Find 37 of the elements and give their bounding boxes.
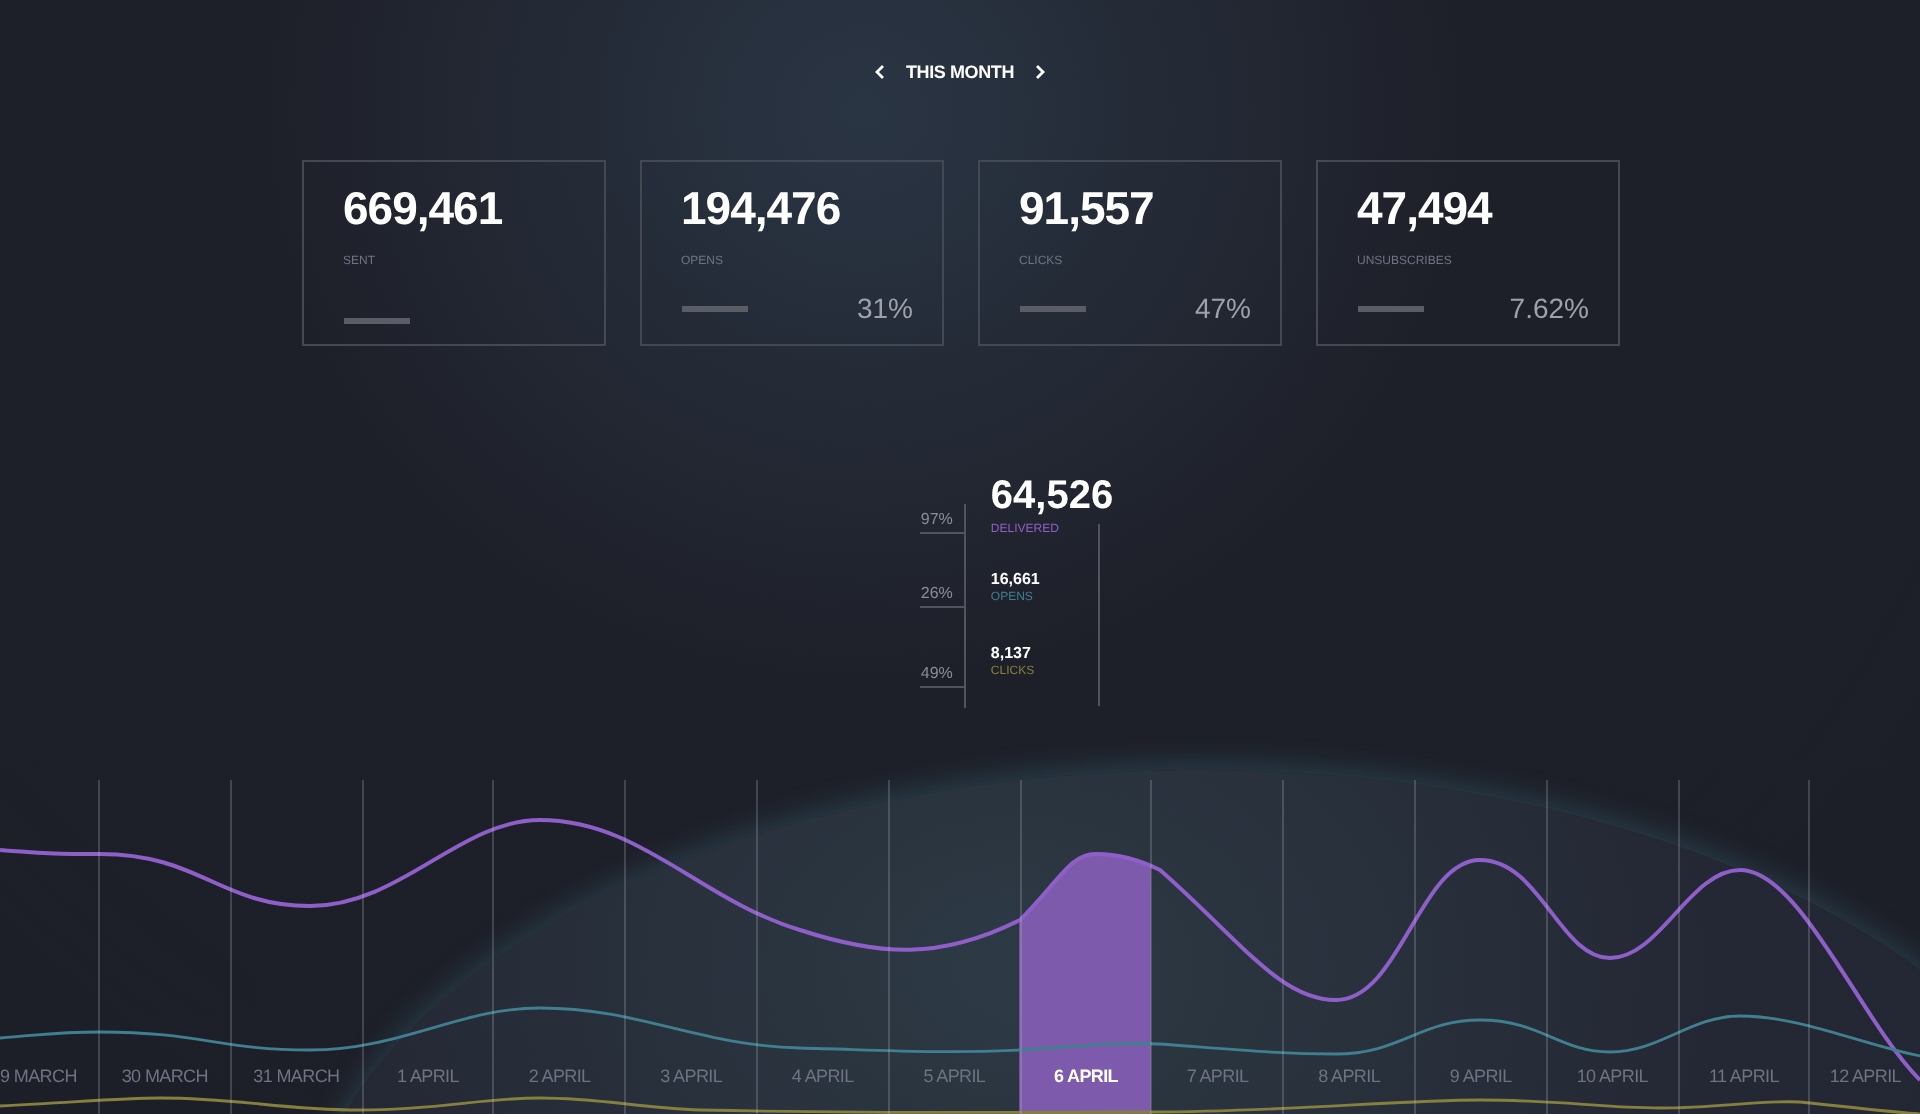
- stat-value: 669,461: [343, 182, 505, 236]
- stat-value: 47,494: [1357, 182, 1495, 236]
- day-column[interactable]: 30 MARCH: [98, 780, 230, 1114]
- stat-percent: 7.62%: [1509, 292, 1589, 324]
- stat-bar: [343, 318, 409, 324]
- stat-bar: [1357, 305, 1423, 311]
- summary-value: 16,661: [990, 570, 1042, 588]
- day-column[interactable]: 4 APRIL: [755, 780, 888, 1114]
- percent-label: 97%: [920, 510, 965, 534]
- stat-percent: 47%: [1194, 292, 1251, 324]
- day-column[interactable]: 9 APRIL: [1413, 780, 1546, 1114]
- stat-value: 194,476: [681, 182, 843, 236]
- summary-value: 8,137: [990, 644, 1033, 662]
- period-label: THIS MONTH: [906, 62, 1014, 82]
- percent-label: 49%: [920, 664, 965, 688]
- day-column[interactable]: 8 APRIL: [1282, 780, 1414, 1114]
- chevron-right-icon: [1034, 64, 1046, 80]
- day-column[interactable]: 31 MARCH: [229, 780, 362, 1114]
- day-column[interactable]: 2 APRIL: [492, 780, 625, 1114]
- stat-value: 91,557: [1019, 182, 1156, 236]
- day-column[interactable]: 5 APRIL: [887, 780, 1020, 1114]
- next-button[interactable]: [1030, 60, 1050, 84]
- stat-bar: [681, 305, 747, 311]
- day-column[interactable]: 12 APRIL: [1808, 780, 1920, 1114]
- day-column[interactable]: 7 APRIL: [1150, 780, 1283, 1114]
- previous-button[interactable]: [870, 60, 890, 84]
- day-column[interactable]: 6 APRIL: [1019, 780, 1151, 1114]
- day-column[interactable]: 3 APRIL: [624, 780, 756, 1114]
- day-column[interactable]: 9 MARCH: [0, 780, 98, 1114]
- summary-value: 64,526: [990, 474, 1114, 520]
- day-column[interactable]: 10 APRIL: [1545, 780, 1678, 1114]
- day-column[interactable]: 1 APRIL: [361, 780, 493, 1114]
- stat-bar: [1019, 305, 1085, 311]
- chevron-left-icon: [874, 64, 886, 80]
- stat-percent: 31%: [856, 292, 913, 324]
- percent-label: 26%: [920, 584, 965, 608]
- day-column[interactable]: 11 APRIL: [1677, 780, 1809, 1114]
